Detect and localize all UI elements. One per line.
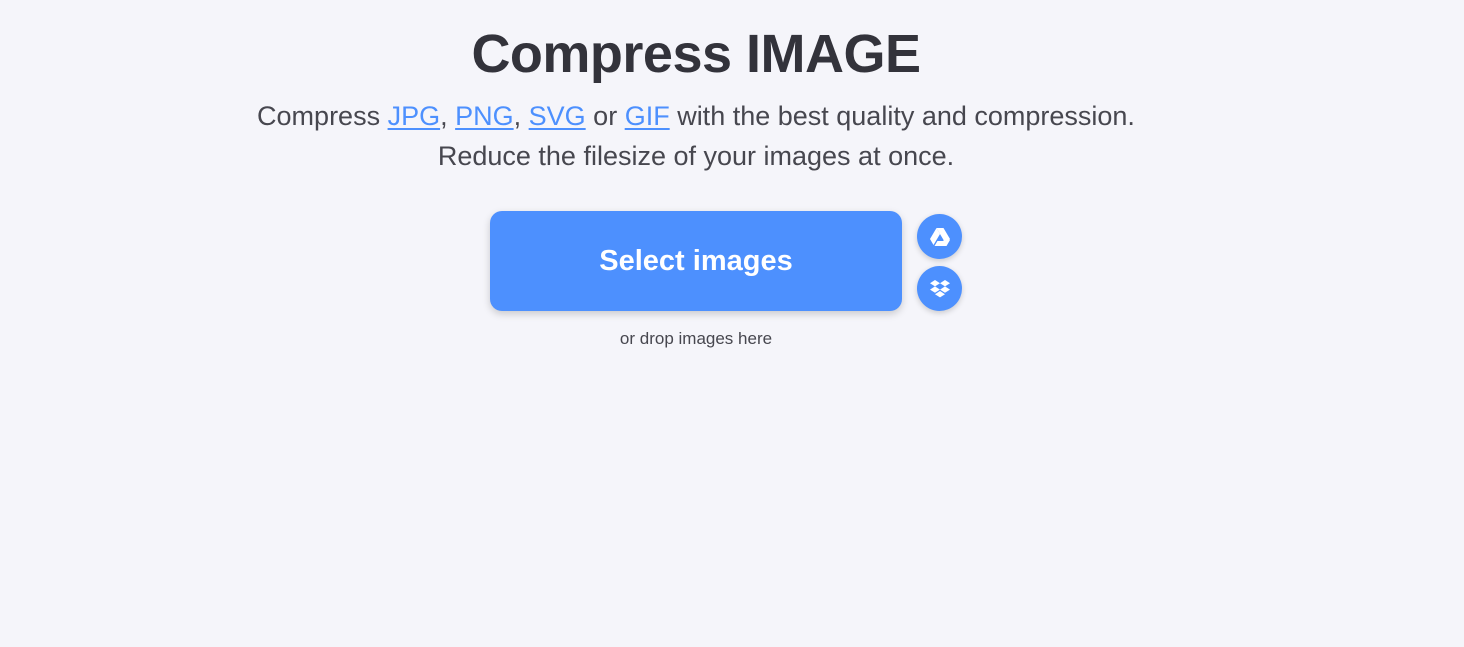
format-link-svg[interactable]: SVG: [529, 101, 586, 131]
subtitle-suffix: with the best quality and compression.: [669, 101, 1135, 131]
dropbox-button[interactable]: [917, 266, 962, 311]
subtitle-separator: or: [585, 101, 625, 131]
page-title: Compress IMAGE: [471, 24, 921, 84]
format-link-gif[interactable]: GIF: [625, 101, 670, 131]
dropbox-icon: [929, 279, 951, 299]
subtitle-separator: ,: [513, 101, 529, 131]
google-drive-icon: [929, 227, 951, 247]
google-drive-button[interactable]: [917, 214, 962, 259]
select-images-button[interactable]: Select images: [490, 211, 902, 311]
subtitle-separator: ,: [440, 101, 456, 131]
format-link-png[interactable]: PNG: [455, 101, 514, 131]
drop-hint: or drop images here: [619, 329, 773, 348]
subtitle-line-2: Reduce the filesize of your images at on…: [437, 141, 955, 171]
page-subtitle: Compress JPG, PNG, SVG or GIF with the b…: [0, 96, 1392, 176]
format-link-jpg[interactable]: JPG: [388, 101, 441, 131]
subtitle-prefix: Compress: [257, 101, 388, 131]
